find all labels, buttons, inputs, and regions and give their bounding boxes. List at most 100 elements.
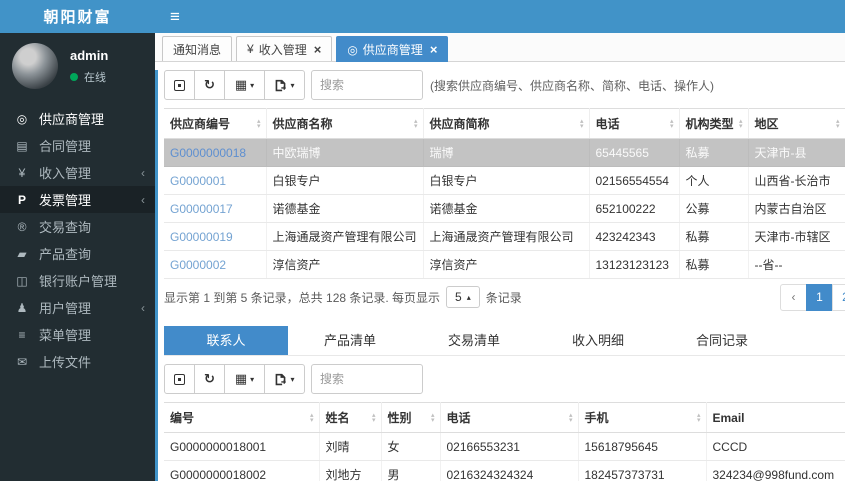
table-cell: 私募: [679, 222, 749, 251]
sort-icon[interactable]: ▴ ▾: [414, 118, 418, 130]
page-button-1[interactable]: 1: [806, 284, 833, 311]
column-header[interactable]: 编号 ▴ ▾: [164, 402, 320, 433]
columns-button[interactable]: ▾: [224, 70, 265, 100]
sidebar-item-contract-mgmt[interactable]: 合同管理: [0, 132, 155, 159]
hamburger-icon[interactable]: ≡: [155, 0, 180, 33]
row-id-link[interactable]: G00000017: [170, 202, 233, 216]
columns-button[interactable]: ▾: [224, 364, 265, 394]
sort-icon[interactable]: ▴ ▾: [836, 118, 840, 130]
column-header[interactable]: 电话 ▴ ▾: [440, 402, 579, 433]
sort-icon[interactable]: ▴ ▾: [670, 118, 674, 130]
column-header[interactable]: 手机 ▴ ▾: [578, 402, 707, 433]
refresh-button[interactable]: [194, 70, 225, 100]
tab-supplier-mgmt[interactable]: ◎ 供应商管理 ×: [336, 36, 449, 62]
app-window: 朝阳财富 admin 在线 供应商管理 合同管理 收入管理: [0, 0, 845, 481]
row-id-link[interactable]: G0000000018: [170, 146, 246, 160]
close-icon[interactable]: ×: [430, 43, 438, 56]
sidebar-item-bank-account-mgmt[interactable]: 银行账户管理: [0, 267, 155, 294]
column-header[interactable]: 电话 ▴ ▾: [589, 108, 680, 139]
table-cell: G00000017: [164, 194, 267, 223]
yen-icon: [13, 166, 31, 180]
table-cell: 上海通晟资产管理有限公司: [423, 222, 590, 251]
column-header[interactable]: 供应商编号 ▴ ▾: [164, 108, 267, 139]
export-button[interactable]: ▾: [264, 70, 305, 100]
sort-icon[interactable]: ▴ ▾: [431, 412, 435, 424]
tab-contract-records[interactable]: 合同记录: [660, 326, 784, 355]
table-row[interactable]: G0000002淳信资产淳信资产13123123123私募--省--admin: [164, 250, 845, 279]
tab-trade-list[interactable]: 交易清单: [412, 326, 536, 355]
table-row[interactable]: G00000017诺德基金诺德基金652100222公募内蒙古自治区admin: [164, 194, 845, 223]
column-header[interactable]: 姓名 ▴ ▾: [319, 402, 382, 433]
table-cell: 13123123123: [589, 250, 680, 279]
table-cell: 私募: [679, 250, 749, 279]
column-header[interactable]: 性别 ▴ ▾: [381, 402, 441, 433]
table-cell: 中欧瑞博: [266, 138, 424, 167]
sort-icon[interactable]: ▴ ▾: [569, 412, 573, 424]
export-button[interactable]: ▾: [264, 364, 305, 394]
table-row[interactable]: G00000019 上海通晟资产管理有限公司 上海通晟资产管理有限公司 4232423…: [164, 222, 845, 251]
table-cell: 私募: [679, 138, 749, 167]
target-icon: [13, 112, 31, 126]
sidebar-item-product-query[interactable]: 产品查询: [0, 240, 155, 267]
sidebar-item-supplier-mgmt[interactable]: 供应商管理: [0, 105, 155, 132]
card-view-button[interactable]: [164, 364, 195, 394]
card-view-button[interactable]: [164, 70, 195, 100]
search-hint: (搜索供应商编号、供应商名称、简称、电话、操作人): [430, 78, 714, 93]
close-icon[interactable]: ×: [314, 43, 322, 56]
chevron-left-icon: ‹: [141, 165, 145, 180]
page-button-2[interactable]: 2: [832, 284, 845, 311]
sidebar-item-label: 菜单管理: [39, 328, 92, 343]
column-header[interactable]: 地区 ▴ ▾: [748, 108, 845, 139]
export-icon: [276, 373, 287, 385]
supplier-search-input[interactable]: [311, 70, 423, 100]
tab-income-detail[interactable]: 收入明细: [536, 326, 660, 355]
refresh-icon: [204, 77, 215, 93]
supplier-toolbar: ▾ ▾ (搜索供应商编号、供应商名称、简称、电话、操作人): [164, 70, 845, 100]
column-header[interactable]: 供应商名称 ▴ ▾: [266, 108, 424, 139]
refresh-button[interactable]: [194, 364, 225, 394]
table-cell: G0000000018001: [164, 432, 320, 461]
sidebar-item-invoice-mgmt[interactable]: 发票管理 ‹: [0, 186, 155, 213]
sidebar-item-user-mgmt[interactable]: 用户管理 ‹: [0, 294, 155, 321]
sidebar-item-menu-mgmt[interactable]: 菜单管理: [0, 321, 155, 348]
registered-icon: [13, 220, 31, 234]
table-row[interactable]: G0000001白银专户白银专户02156554554个人山西省-长治市admi…: [164, 166, 845, 195]
target-icon: ◎: [347, 42, 358, 57]
tab-product-list[interactable]: 产品清单: [288, 326, 412, 355]
sidebar-item-trade-query[interactable]: 交易查询: [0, 213, 155, 240]
sidebar-item-upload-file[interactable]: 上传文件: [0, 348, 155, 375]
table-cell: 天津市-市辖区: [748, 222, 845, 251]
prev-page-button[interactable]: ‹: [780, 284, 807, 311]
user-icon: [13, 301, 31, 315]
sort-icon[interactable]: ▴ ▾: [310, 412, 314, 424]
table-row[interactable]: G0000000018002 刘地方男 0216324324324 182457373…: [164, 460, 845, 481]
column-header-label: 机构类型: [685, 117, 734, 131]
sort-icon[interactable]: ▴ ▾: [372, 412, 376, 424]
chevron-down-icon: ▾: [290, 80, 295, 90]
column-header-label: 性别: [387, 411, 412, 425]
sort-icon[interactable]: ▴ ▾: [739, 118, 743, 130]
contacts-toolbar: ▾ ▾: [164, 364, 845, 394]
tab-notifications[interactable]: 通知消息: [162, 36, 233, 61]
sidebar-item-income-mgmt[interactable]: 收入管理 ‹: [0, 159, 155, 186]
tab-contacts[interactable]: 联系人: [164, 326, 288, 355]
table-row[interactable]: G0000000018001 刘晴女 02166553231 15618795645 C…: [164, 432, 845, 461]
row-id-link[interactable]: G0000001: [170, 174, 226, 188]
table-cell: 423242343: [589, 222, 680, 251]
contacts-search-input[interactable]: [311, 364, 423, 394]
sort-icon[interactable]: ▴ ▾: [697, 412, 701, 424]
sort-icon[interactable]: ▴ ▾: [257, 118, 261, 130]
brand-logo[interactable]: 朝阳财富: [0, 0, 155, 33]
table-cell: 瑞博: [423, 138, 590, 167]
page-size-dropdown[interactable]: 5 ▴: [446, 286, 480, 308]
sort-icon[interactable]: ▴ ▾: [580, 118, 584, 130]
pagination-summary-suffix: 条记录: [485, 290, 522, 305]
column-header[interactable]: Email: [706, 402, 845, 433]
tab-income-mgmt[interactable]: ¥ 收入管理 ×: [236, 36, 333, 61]
row-id-link[interactable]: G00000019: [170, 230, 233, 244]
table-row[interactable]: G0000000018中欧瑞博瑞博65445565私募天津市-县admin: [164, 138, 845, 167]
column-header-label: 供应商简称: [429, 117, 490, 131]
row-id-link[interactable]: G0000002: [170, 258, 226, 272]
column-header[interactable]: 机构类型 ▴ ▾: [679, 108, 749, 139]
column-header[interactable]: 供应商简称 ▴ ▾: [423, 108, 590, 139]
